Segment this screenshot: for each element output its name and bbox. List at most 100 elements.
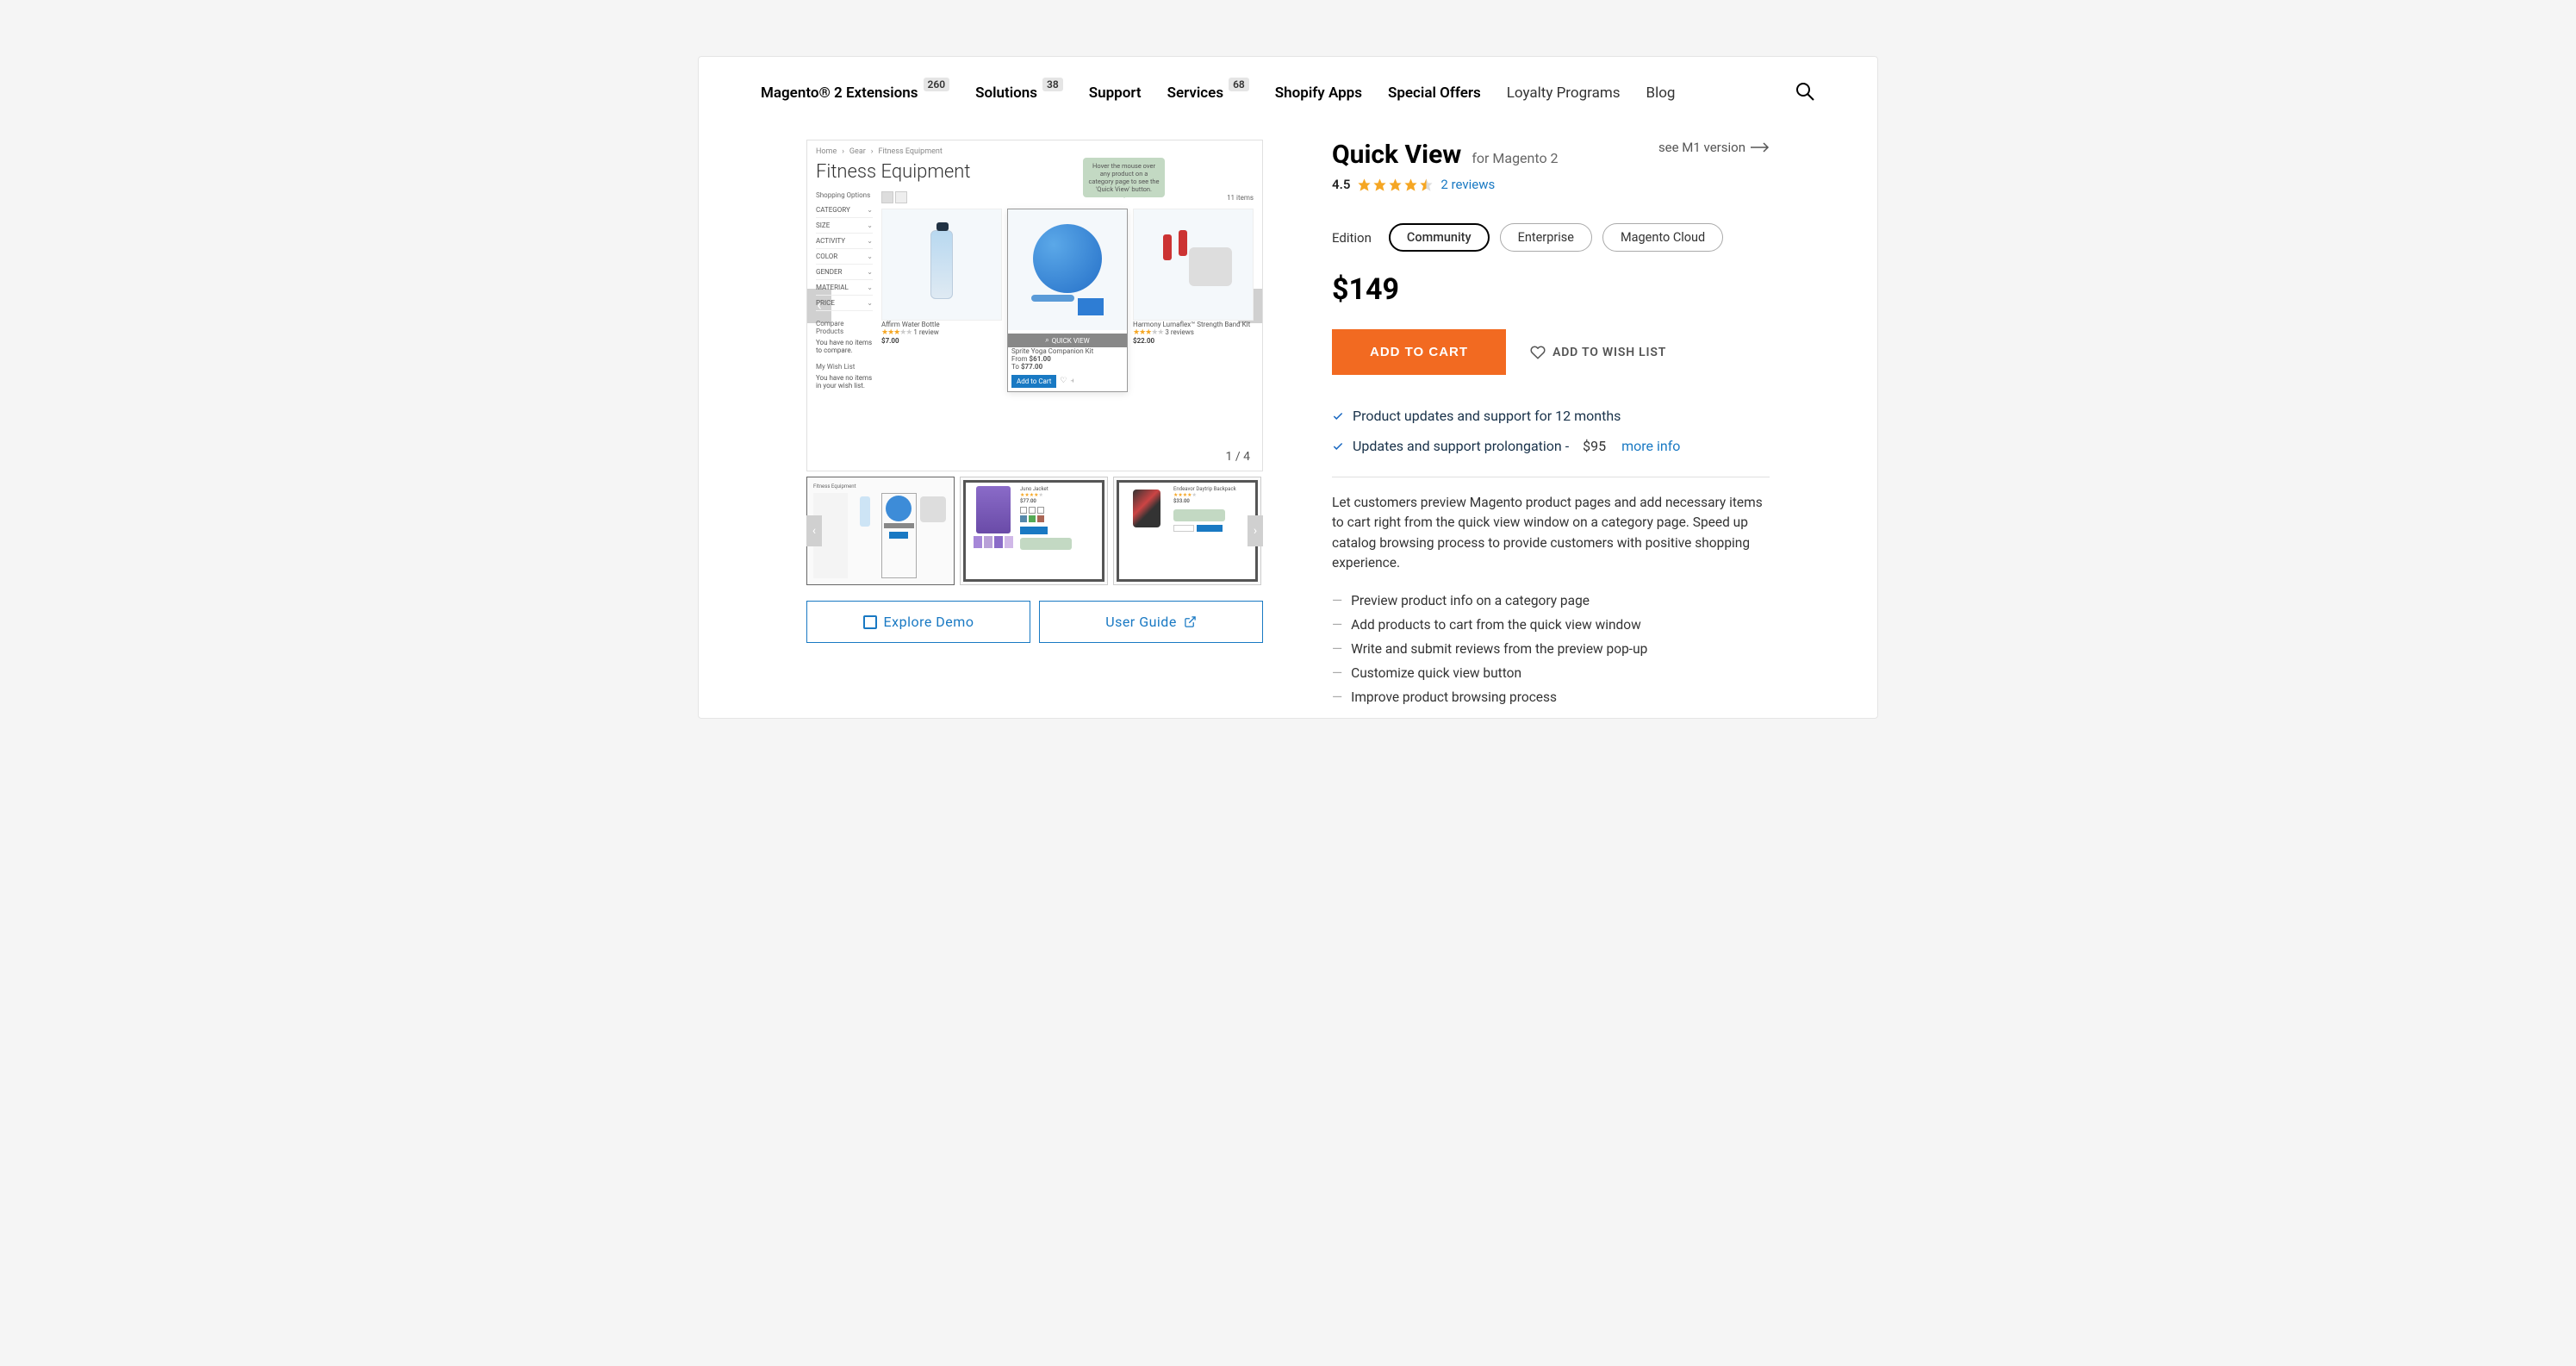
nav-special-offers[interactable]: Special Offers <box>1388 84 1481 102</box>
item-count: 11 items <box>1227 194 1254 202</box>
nav-blog[interactable]: Blog <box>1646 84 1676 102</box>
nav-shopify-apps[interactable]: Shopify Apps <box>1275 84 1362 102</box>
thumbnail[interactable]: Endeavor Daytrip Backpack ★★★★★ $33.00 <box>1113 477 1261 585</box>
add-to-cart-button: Add to Cart <box>1011 375 1056 388</box>
thumbnail[interactable]: Fitness Equipment <box>806 477 955 585</box>
star-rating <box>1357 178 1434 192</box>
left-column: ‹ › 1 / 4 Home› Gear› Fitness Equipment … <box>806 140 1263 709</box>
product-price: $22.00 <box>1133 337 1254 345</box>
bullet-list: Preview product info on a category page … <box>1332 589 1770 709</box>
thumbs-prev[interactable]: ‹ <box>806 515 822 546</box>
bullet-item: Write and submit reviews from the previe… <box>1332 637 1770 661</box>
button-label: User Guide <box>1105 614 1177 630</box>
nav-label: Special Offers <box>1388 84 1481 102</box>
thumbs-next[interactable]: › <box>1248 515 1263 546</box>
rating-value: 4.5 <box>1332 177 1350 192</box>
nav-support[interactable]: Support <box>1089 84 1142 102</box>
feature-list: Product updates and support for 12 month… <box>1332 401 1770 477</box>
nav-label: Magento® 2 Extensions <box>761 84 918 102</box>
nav-badge: 68 <box>1229 78 1249 91</box>
category-title: Fitness Equipment <box>816 161 1254 183</box>
add-to-wishlist-link[interactable]: ADD TO WISH LIST <box>1530 345 1666 360</box>
product-name: Harmony Lumaflex™ Strength Band Kit <box>1133 321 1254 328</box>
gallery-main: ‹ › 1 / 4 Home› Gear› Fitness Equipment … <box>806 140 1263 471</box>
product-name: Sprite Yoga Companion Kit <box>1011 347 1123 355</box>
filter-activity: ACTIVITY <box>816 234 873 249</box>
nav-badge: 38 <box>1042 78 1063 91</box>
checkbox-icon <box>863 615 877 629</box>
thumbnail-strip: ‹ › Fitness Equipment <box>806 477 1263 585</box>
product-name: Affirm Water Bottle <box>881 321 1002 328</box>
nav-label: Solutions <box>975 84 1037 102</box>
sidebar-filters: Shopping Options CATEGORY SIZE ACTIVITY … <box>816 191 873 392</box>
bullet-item: Improve product browsing process <box>1332 685 1770 709</box>
bullet-item: Preview product info on a category page <box>1332 589 1770 613</box>
nav-label: Shopify Apps <box>1275 84 1362 102</box>
heart-icon: ♡ <box>1060 377 1067 385</box>
product-subtitle: for Magento 2 <box>1472 150 1558 166</box>
edition-enterprise[interactable]: Enterprise <box>1500 223 1592 252</box>
breadcrumb: Home› Gear› Fitness Equipment <box>816 147 1254 156</box>
thumbnail[interactable]: Juno Jacket ★★★★★ $77.00 <box>960 477 1108 585</box>
edition-community[interactable]: Community <box>1389 223 1490 252</box>
heart-icon <box>1530 345 1546 360</box>
demo-buttons: Explore Demo User Guide <box>806 601 1263 643</box>
search-icon: ⌕ <box>1045 336 1048 345</box>
external-link-icon <box>1184 615 1197 628</box>
more-info-link[interactable]: more info <box>1621 438 1680 454</box>
nav-solutions[interactable]: Solutions 38 <box>975 84 1063 102</box>
product-description: Let customers preview Magento product pa… <box>1332 493 1770 573</box>
check-icon <box>1332 440 1344 452</box>
prolongation-price: $95 <box>1583 438 1606 454</box>
list-view-icon <box>895 191 907 203</box>
star-icon <box>1403 178 1418 192</box>
page-container: Magento® 2 Extensions 260 Solutions 38 S… <box>698 56 1878 719</box>
quick-view-button: ⌕QUICK VIEW <box>1008 334 1127 347</box>
shopping-options-header: Shopping Options <box>816 191 873 199</box>
nav-loyalty[interactable]: Loyalty Programs <box>1507 84 1621 102</box>
star-icon <box>1357 178 1372 192</box>
product-card-hover: ⌕QUICK VIEW Sprite Yoga Companion Kit Fr… <box>1007 209 1128 392</box>
filter-gender: GENDER <box>816 265 873 280</box>
filter-price: PRICE <box>816 296 873 311</box>
add-to-cart-button[interactable]: ADD TO CART <box>1332 329 1506 375</box>
edition-magento-cloud[interactable]: Magento Cloud <box>1602 223 1723 252</box>
toolbar: 11 items <box>881 191 1254 203</box>
m1-version-link[interactable]: see M1 version <box>1658 140 1770 155</box>
search-icon[interactable] <box>1795 81 1815 105</box>
bullet-item: Add products to cart from the quick view… <box>1332 613 1770 637</box>
product-price: $7.00 <box>881 337 1002 345</box>
review-count: 1 review <box>913 328 938 336</box>
arrow-right-icon <box>1751 142 1770 153</box>
bullet-item: Customize quick view button <box>1332 661 1770 685</box>
edition-label: Edition <box>1332 230 1372 246</box>
reviews-link[interactable]: 2 reviews <box>1440 177 1495 192</box>
price: $149 <box>1332 272 1770 307</box>
nav-label: Blog <box>1646 84 1676 102</box>
compare-text: You have no items to compare. <box>816 339 873 354</box>
nav-m2-extensions[interactable]: Magento® 2 Extensions 260 <box>761 84 949 102</box>
star-half-icon <box>1419 178 1434 192</box>
nav-label: Loyalty Programs <box>1507 84 1621 102</box>
product-card: Harmony Lumaflex™ Strength Band Kit ★★★★… <box>1133 209 1254 392</box>
edition-row: Edition Community Enterprise Magento Clo… <box>1332 223 1770 252</box>
right-column: Quick View for Magento 2 see M1 version … <box>1332 140 1770 709</box>
nav-badge: 260 <box>924 78 950 91</box>
grid-view-icon <box>881 191 893 203</box>
star-icon <box>1388 178 1403 192</box>
filter-size: SIZE <box>816 218 873 234</box>
top-nav: Magento® 2 Extensions 260 Solutions 38 S… <box>699 57 1877 129</box>
cta-row: ADD TO CART ADD TO WISH LIST <box>1332 329 1770 375</box>
review-count: 3 reviews <box>1165 328 1194 336</box>
compare-icon: ⫞ <box>1070 377 1073 385</box>
filter-material: MATERIAL <box>816 280 873 296</box>
star-icon <box>1372 178 1387 192</box>
wishlist-label: ADD TO WISH LIST <box>1552 346 1666 359</box>
button-label: Explore Demo <box>884 614 974 630</box>
wishlist-text: You have no items in your wish list. <box>816 374 873 390</box>
compare-header: Compare Products <box>816 320 873 335</box>
nav-services[interactable]: Services 68 <box>1167 84 1249 102</box>
user-guide-button[interactable]: User Guide <box>1039 601 1263 643</box>
product-card: Affirm Water Bottle ★★★★★ 1 review $7.00 <box>881 209 1002 392</box>
explore-demo-button[interactable]: Explore Demo <box>806 601 1030 643</box>
